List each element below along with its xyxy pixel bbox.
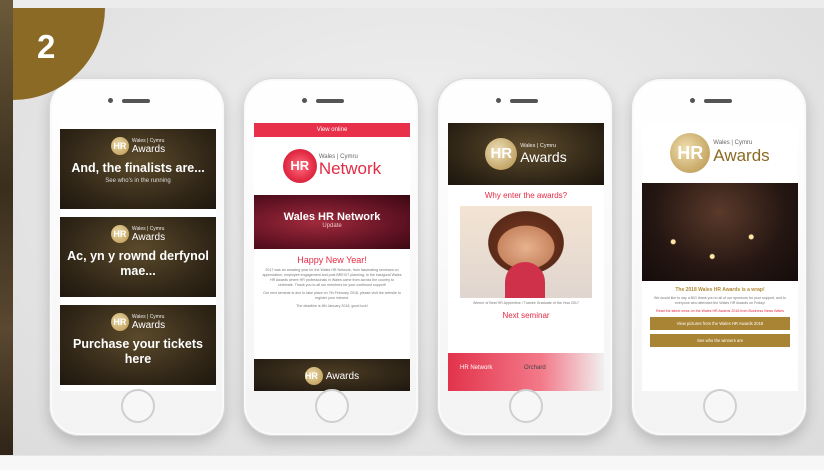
- seminar-logo: HR Network: [460, 365, 493, 371]
- hr-awards-logo: HR Wales | Cymru Awards: [642, 133, 798, 173]
- phone-mockup-2: View online HR Wales | Cymru Network Wal…: [243, 78, 419, 436]
- phone-mockup-3: HR Wales | Cymru Awards Why enter the aw…: [437, 78, 613, 436]
- speaker-icon: [704, 99, 732, 103]
- hr-awards-logo: HR Wales | Cymru Awards: [60, 313, 216, 331]
- finalists-welsh-banner[interactable]: HR Wales | Cymru Awards Ac, yn y rownd d…: [60, 217, 216, 297]
- wrap-paragraph: We would like to say a BIG thank you to …: [654, 296, 786, 305]
- banner-headline: Purchase your tickets here: [73, 337, 203, 366]
- phone-mockup-1: HR Wales | Cymru Awards And, the finalis…: [49, 78, 225, 436]
- home-button[interactable]: [315, 389, 349, 423]
- phone-screen-1: HR Wales | Cymru Awards And, the finalis…: [60, 123, 216, 391]
- hr-awards-header: HR Wales | Cymru Awards: [448, 123, 604, 185]
- bottom-edge-strip: [0, 455, 824, 470]
- hr-awards-logo: HR Wales | Cymru Awards: [60, 137, 216, 155]
- phone-screen-4: HR Wales | Cymru Awards The 2018 Wales H…: [642, 123, 798, 391]
- hr-awards-logo: HR Wales | Cymru Awards: [60, 225, 216, 243]
- camera-icon: [496, 98, 501, 103]
- newsletter-paragraph: Our next seminar is due to take place on…: [263, 291, 401, 300]
- wales-hr-network-banner: Wales HR Network Update: [254, 195, 410, 249]
- gala-photo: [642, 183, 798, 281]
- hr-awards-logo: HR Awards: [254, 367, 410, 385]
- speaker-icon: [122, 99, 150, 103]
- camera-icon: [690, 98, 695, 103]
- sponsor-brand: Orchard: [524, 365, 546, 371]
- left-edge-strip: [0, 0, 13, 470]
- view-online-link[interactable]: View online: [254, 123, 410, 137]
- hr-network-logo: HR Wales | Cymru Network: [254, 149, 410, 183]
- home-button[interactable]: [121, 389, 155, 423]
- banner-headline: And, the finalists are...: [71, 161, 205, 175]
- tickets-banner[interactable]: HR Wales | Cymru Awards Purchase your ti…: [60, 305, 216, 385]
- speaker-icon: [510, 99, 538, 103]
- banner-headline: Ac, yn y rownd derfynol mae...: [67, 249, 209, 278]
- business-news-link[interactable]: Read the latest news on the Wales HR Awa…: [642, 309, 798, 313]
- phone-screen-2: View online HR Wales | Cymru Network Wal…: [254, 123, 410, 391]
- view-pictures-button[interactable]: View pictures from the Wales HR Awards 2…: [650, 317, 790, 330]
- banner-subtext: See who's in the running: [105, 178, 171, 184]
- newsletter-paragraph: The deadline is 8th January 2018, good l…: [296, 304, 368, 308]
- camera-icon: [302, 98, 307, 103]
- why-enter-heading: Why enter the awards?: [484, 191, 568, 200]
- home-button[interactable]: [509, 389, 543, 423]
- winner-photo: [460, 206, 592, 298]
- newsletter-paragraph: 2017 was an amazing year for the Wales H…: [262, 268, 402, 287]
- camera-icon: [108, 98, 113, 103]
- mockup-stage: HR Wales | Cymru Awards And, the finalis…: [13, 8, 824, 455]
- photo-caption: Winner of Best HR Apprentice / Trainee G…: [473, 301, 579, 305]
- phone-screen-3: HR Wales | Cymru Awards Why enter the aw…: [448, 123, 604, 391]
- speaker-icon: [316, 99, 344, 103]
- see-winners-button[interactable]: See who the winners are: [650, 334, 790, 347]
- phone-mockup-4: HR Wales | Cymru Awards The 2018 Wales H…: [631, 78, 807, 436]
- finalists-banner[interactable]: HR Wales | Cymru Awards And, the finalis…: [60, 129, 216, 209]
- home-button[interactable]: [703, 389, 737, 423]
- next-seminar-heading: Next seminar: [502, 311, 550, 320]
- awards-footer-banner[interactable]: HR Awards: [254, 359, 410, 391]
- next-seminar-banner[interactable]: HR Network Orchard: [448, 353, 604, 391]
- newsletter-heading: Happy New Year!: [297, 255, 367, 265]
